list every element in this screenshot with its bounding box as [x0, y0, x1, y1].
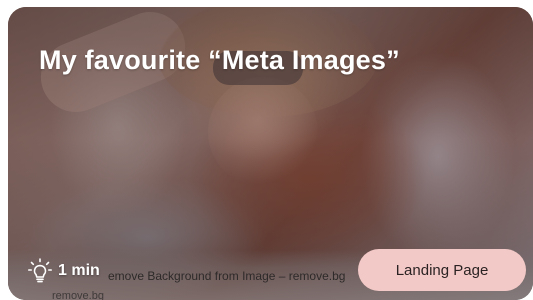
lightbulb-icon: [28, 258, 52, 283]
link-preview-title: emove Background from Image – remove.bg: [108, 269, 346, 283]
link-preview-url: remove.bg: [52, 290, 104, 300]
reading-time-label: 1 min: [58, 262, 100, 279]
card-title[interactable]: My favourite “Meta Images”: [39, 43, 519, 77]
category-badge[interactable]: Landing Page: [358, 249, 526, 291]
reading-time: 1 min: [28, 257, 100, 285]
